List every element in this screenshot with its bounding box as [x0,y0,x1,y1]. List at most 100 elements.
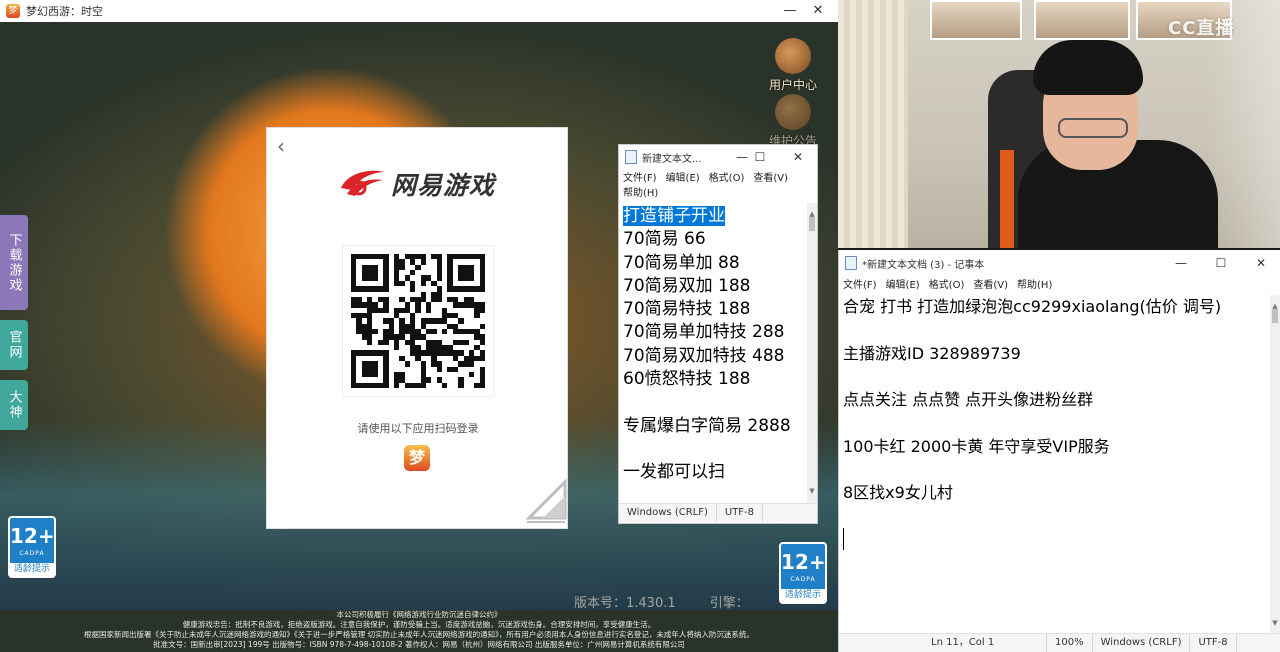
age-rating-hint: 适龄提示 [10,563,54,576]
status-line-ending: Windows (CRLF) [1093,634,1191,652]
notepad-big-close-button[interactable]: ✕ [1241,250,1280,276]
status-position: Ln 11，Col 1 [923,634,1047,652]
notepad-small-text-area[interactable]: 打造铺子开业 70简易 66 70简易单加 88 70简易双加 188 70简易… [619,203,817,503]
menu-format[interactable]: 格式(O) [929,278,965,293]
game-close-button[interactable]: ✕ [804,0,832,22]
game-app-icon: 梦 [6,4,20,18]
footer-line: 批准文号：国新出审[2023] 199号 出版物号：ISBN 978-7-498… [153,640,685,649]
login-panel: ‹ 网易游戏 请使用以下应用扫码登录 梦 [266,127,568,529]
notepad-big-maximize-button[interactable]: ☐ [1201,250,1241,276]
age-rating-hint: 适龄提示 [781,589,825,602]
notepad-small-title: 新建文本文... [642,153,702,165]
login-qr-code [342,245,494,397]
text-caret [843,527,844,550]
user-center-icon [775,38,811,74]
download-game-tab[interactable]: 下载游戏 [0,215,28,310]
netease-bird-icon [341,170,385,196]
scroll-thumb[interactable] [809,217,815,231]
status-line-ending: Windows (CRLF) [619,504,717,522]
text-line: 70简易双加 188 [623,275,751,296]
text-line [843,505,1276,528]
resize-grip-icon[interactable] [525,478,567,524]
netease-logo: 网易游戏 [337,166,495,202]
text-line: 70简易特技 188 [623,299,751,320]
menu-file[interactable]: 文件(F) [843,278,877,293]
text-line-selected: 打造铺子开业 [623,206,725,226]
scroll-down-icon[interactable]: ▼ [807,480,817,503]
text-line [623,438,813,461]
age-rating-cadpa: CADPA [790,576,816,583]
notepad-small-titlebar: 新建文本文... — ☐ ✕ [619,145,817,169]
streamer-glasses [1058,118,1128,138]
version-label: 版本号：1.430.1 引擎： [574,592,749,611]
notepad-small-close-button[interactable]: ✕ [783,145,813,169]
user-center-label: 用户中心 [768,78,817,92]
status-zoom: 100% [1047,634,1093,652]
game-window: 梦 梦幻西游：时空 — ✕ 下载游戏 官网 大神 用户中心 维护公告 12+ C… [0,0,838,652]
webcam-curtain [838,0,908,248]
scroll-thumb[interactable] [1272,309,1278,323]
text-line: 70简易双加特技 488 [623,345,785,366]
text-line: 70简易单加 88 [623,252,740,273]
menu-file[interactable]: 文件(F) [623,171,657,186]
notepad-small-window: 新建文本文... — ☐ ✕ 文件(F) 编辑(E) 格式(O) 查看(V) 帮… [618,144,818,524]
text-line-caret-row [843,527,1276,550]
menu-help[interactable]: 帮助(H) [1017,278,1052,293]
notepad-icon [625,150,637,164]
menu-help[interactable]: 帮助(H) [623,186,658,201]
text-line: 70简易单加特技 288 [623,322,785,343]
age-rating-number: 12+ [781,550,826,574]
text-line: 点点关注 点点赞 点开头像进粉丝群 [843,390,1094,410]
menu-edit[interactable]: 编辑(E) [886,278,920,293]
user-center-button[interactable]: 用户中心 [765,38,821,93]
notice-button[interactable]: 维护公告 [765,94,821,149]
engine-text: 引擎： [709,596,749,611]
wall-poster [930,0,1022,40]
game-footer: 本公司积极履行《网络游戏行业防沉迷自律公约》 健康游戏忠告：抵制不良游戏，拒绝盗… [0,610,838,650]
back-chevron-icon[interactable]: ‹ [277,136,293,156]
qr-module [479,382,485,388]
notepad-icon [845,256,857,270]
wall-poster [1034,0,1130,40]
age-rating-cadpa: CADPA [19,550,45,557]
text-line: 主播游戏ID 328989739 [843,343,1021,363]
text-line: 合宠 打书 打造加绿泡泡cc9299xiaolang(估价 调号) [843,297,1222,316]
menu-edit[interactable]: 编辑(E) [666,171,700,186]
text-line [623,391,813,414]
notepad-big-menubar: 文件(F) 编辑(E) 格式(O) 查看(V) 帮助(H) [839,276,1280,295]
notepad-small-statusbar: Windows (CRLF) UTF-8 [619,503,817,522]
mhxy-app-icon: 梦 [404,445,430,471]
notice-icon [775,94,811,130]
notepad-big-scrollbar[interactable]: ▲ ▼ [1270,295,1280,635]
login-scan-hint: 请使用以下应用扫码登录 [357,422,479,435]
text-line: 60愤怒特技 188 [623,369,751,390]
notepad-small-maximize-button[interactable]: ☐ [745,145,775,169]
footer-line: 根据国家新闻出版署《关于防止未成年人沉迷网络游戏的通知》《关于进一步严格管理 切… [84,630,754,639]
menu-view[interactable]: 查看(V) [753,171,788,186]
text-line: 8区找x9女儿村 [843,483,953,503]
footer-line: 本公司积极履行《网络游戏行业防沉迷自律公约》 [336,610,502,619]
notepad-big-title: *新建文本文档 (3) - 记事本 [862,259,985,271]
status-encoding: UTF-8 [1190,634,1237,652]
game-minimize-button[interactable]: — [776,0,804,22]
game-titlebar: 梦 梦幻西游：时空 — ✕ [0,0,838,22]
dashen-tab[interactable]: 大神 [0,380,28,430]
game-window-title: 梦幻西游：时空 [26,5,103,18]
age-rating-badge-right: 12+ CADPA 适龄提示 [779,542,827,604]
qr-code-pattern [351,254,485,388]
footer-line: 健康游戏忠告：抵制不良游戏，拒绝盗版游戏。注意自我保护，谨防受骗上当。适度游戏益… [182,620,656,629]
cc-live-logo: CC直播 [1168,18,1235,39]
menu-format[interactable]: 格式(O) [709,171,745,186]
notepad-big-minimize-button[interactable]: — [1161,250,1201,276]
webcam-feed: CC直播 [838,0,1280,248]
notepad-small-scrollbar[interactable]: ▲ ▼ [807,203,817,503]
official-site-tab[interactable]: 官网 [0,320,28,370]
status-encoding: UTF-8 [717,504,764,522]
chair-stripe [1000,150,1014,248]
notepad-small-menubar: 文件(F) 编辑(E) 格式(O) 查看(V) 帮助(H) [619,169,817,203]
menu-view[interactable]: 查看(V) [973,278,1008,293]
scroll-down-icon[interactable]: ▼ [1270,612,1280,635]
notepad-big-text-area[interactable]: 合宠 打书 打造加绿泡泡cc9299xiaolang(估价 调号) 主播游戏ID… [839,295,1280,635]
text-line [843,411,1276,434]
age-rating-number: 12+ [10,524,55,548]
